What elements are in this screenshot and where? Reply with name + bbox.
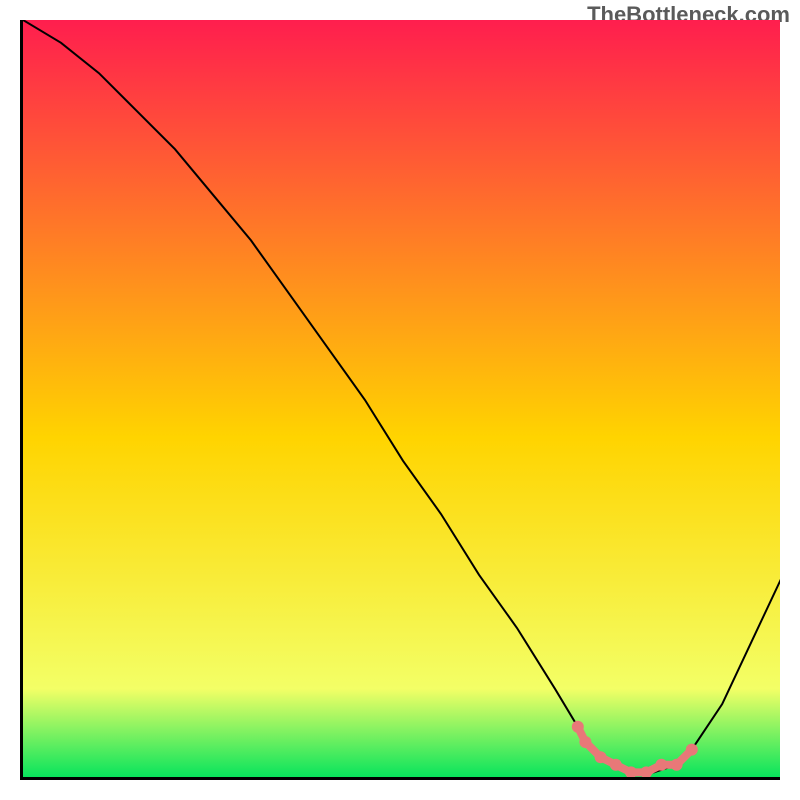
- chart-frame: TheBottleneck.com: [0, 0, 800, 800]
- optimal-zone-marker: [655, 759, 667, 771]
- chart-svg: [23, 20, 780, 780]
- optimal-zone-marker: [686, 744, 698, 756]
- optimal-zone-marker: [595, 751, 607, 763]
- optimal-zone-marker: [610, 759, 622, 771]
- optimal-zone-marker: [579, 736, 591, 748]
- gradient-background: [23, 20, 780, 780]
- optimal-zone-marker: [625, 766, 637, 778]
- plot-area: [20, 20, 780, 780]
- optimal-zone-marker: [572, 721, 584, 733]
- optimal-zone-marker: [671, 759, 683, 771]
- optimal-zone-marker: [640, 766, 652, 778]
